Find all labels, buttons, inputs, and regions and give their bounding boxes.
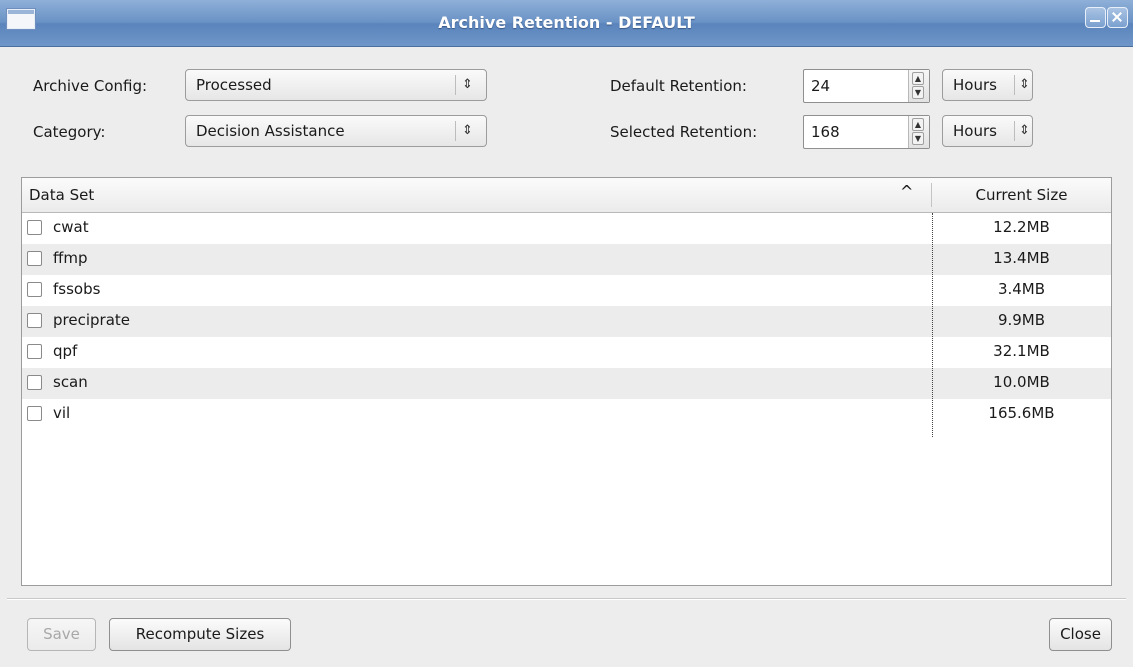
category-select[interactable]: Decision Assistance ⇕ [185, 115, 487, 147]
window-title: Archive Retention - DEFAULT [438, 13, 695, 32]
spin-down-icon[interactable]: ▼ [912, 86, 924, 99]
spin-up-icon[interactable]: ▲ [912, 118, 924, 131]
table-body: cwat 12.2MB ffmp 13.4MB fssobs 3.4MB pre… [22, 213, 1111, 430]
spin-up-icon[interactable]: ▲ [912, 72, 924, 85]
updown-icon: ⇕ [462, 123, 473, 138]
updown-icon: ⇕ [1019, 123, 1030, 138]
data-set-size: 13.4MB [993, 249, 1050, 267]
button-bar-separator [7, 598, 1126, 600]
row-checkbox[interactable] [27, 313, 42, 328]
table-row[interactable]: qpf 32.1MB [22, 337, 1111, 368]
data-set-name: ffmp [53, 249, 88, 267]
selected-retention-label: Selected Retention: [610, 123, 758, 141]
data-set-size: 10.0MB [993, 373, 1050, 391]
table-row[interactable]: preciprate 9.9MB [22, 306, 1111, 337]
default-retention-value: 24 [811, 77, 831, 95]
minimize-button[interactable] [1085, 7, 1106, 28]
sort-ascending-icon[interactable]: ^ [900, 182, 913, 201]
data-set-name: preciprate [53, 311, 130, 329]
default-retention-unit: Hours [953, 76, 997, 94]
row-checkbox[interactable] [27, 220, 42, 235]
table-row[interactable]: fssobs 3.4MB [22, 275, 1111, 306]
default-retention-label: Default Retention: [610, 77, 747, 95]
data-set-name: fssobs [53, 280, 101, 298]
recompute-sizes-button[interactable]: Recompute Sizes [109, 618, 291, 651]
selected-retention-spinner[interactable]: 168 ▲ ▼ [803, 115, 930, 149]
category-value: Decision Assistance [196, 122, 345, 140]
close-button[interactable]: Close [1049, 618, 1112, 651]
column-separator-line [932, 213, 933, 437]
category-label: Category: [33, 123, 106, 141]
data-set-size: 165.6MB [988, 404, 1055, 422]
row-checkbox[interactable] [27, 251, 42, 266]
selected-retention-unit: Hours [953, 122, 997, 140]
data-set-size: 9.9MB [997, 311, 1046, 329]
archive-config-label: Archive Config: [33, 77, 148, 95]
data-set-name: qpf [53, 342, 78, 360]
data-set-size: 12.2MB [993, 218, 1050, 236]
table-row[interactable]: cwat 12.2MB [22, 213, 1111, 244]
archive-config-value: Processed [196, 76, 272, 94]
data-set-size: 3.4MB [997, 280, 1046, 298]
data-set-name: vil [53, 404, 71, 422]
default-retention-spinner[interactable]: 24 ▲ ▼ [803, 69, 930, 103]
updown-icon: ⇕ [1019, 77, 1030, 92]
selected-retention-unit-select[interactable]: Hours ⇕ [942, 115, 1033, 147]
table-row[interactable]: ffmp 13.4MB [22, 244, 1111, 275]
archive-config-select[interactable]: Processed ⇕ [185, 69, 487, 101]
column-header-data-set[interactable]: Data Set [29, 186, 94, 204]
data-set-name: cwat [53, 218, 89, 236]
row-checkbox[interactable] [27, 406, 42, 421]
row-checkbox[interactable] [27, 344, 42, 359]
data-set-table[interactable]: Data Set ^ Current Size cwat 12.2MB ffmp… [21, 177, 1112, 586]
default-retention-unit-select[interactable]: Hours ⇕ [942, 69, 1033, 101]
save-button[interactable]: Save [27, 618, 96, 651]
table-row[interactable]: vil 165.6MB [22, 399, 1111, 430]
spin-down-icon[interactable]: ▼ [912, 132, 924, 145]
table-header: Data Set ^ Current Size [22, 178, 1111, 213]
close-window-button[interactable] [1107, 7, 1128, 28]
archive-retention-window: Archive Retention - DEFAULT Archive Conf… [0, 0, 1133, 667]
data-set-name: scan [53, 373, 88, 391]
row-checkbox[interactable] [27, 375, 42, 390]
selected-retention-value: 168 [811, 123, 840, 141]
updown-icon: ⇕ [462, 77, 473, 92]
column-header-current-size[interactable]: Current Size [932, 186, 1111, 204]
title-bar[interactable]: Archive Retention - DEFAULT [0, 0, 1133, 47]
row-checkbox[interactable] [27, 282, 42, 297]
table-row[interactable]: scan 10.0MB [22, 368, 1111, 399]
data-set-size: 32.1MB [993, 342, 1050, 360]
